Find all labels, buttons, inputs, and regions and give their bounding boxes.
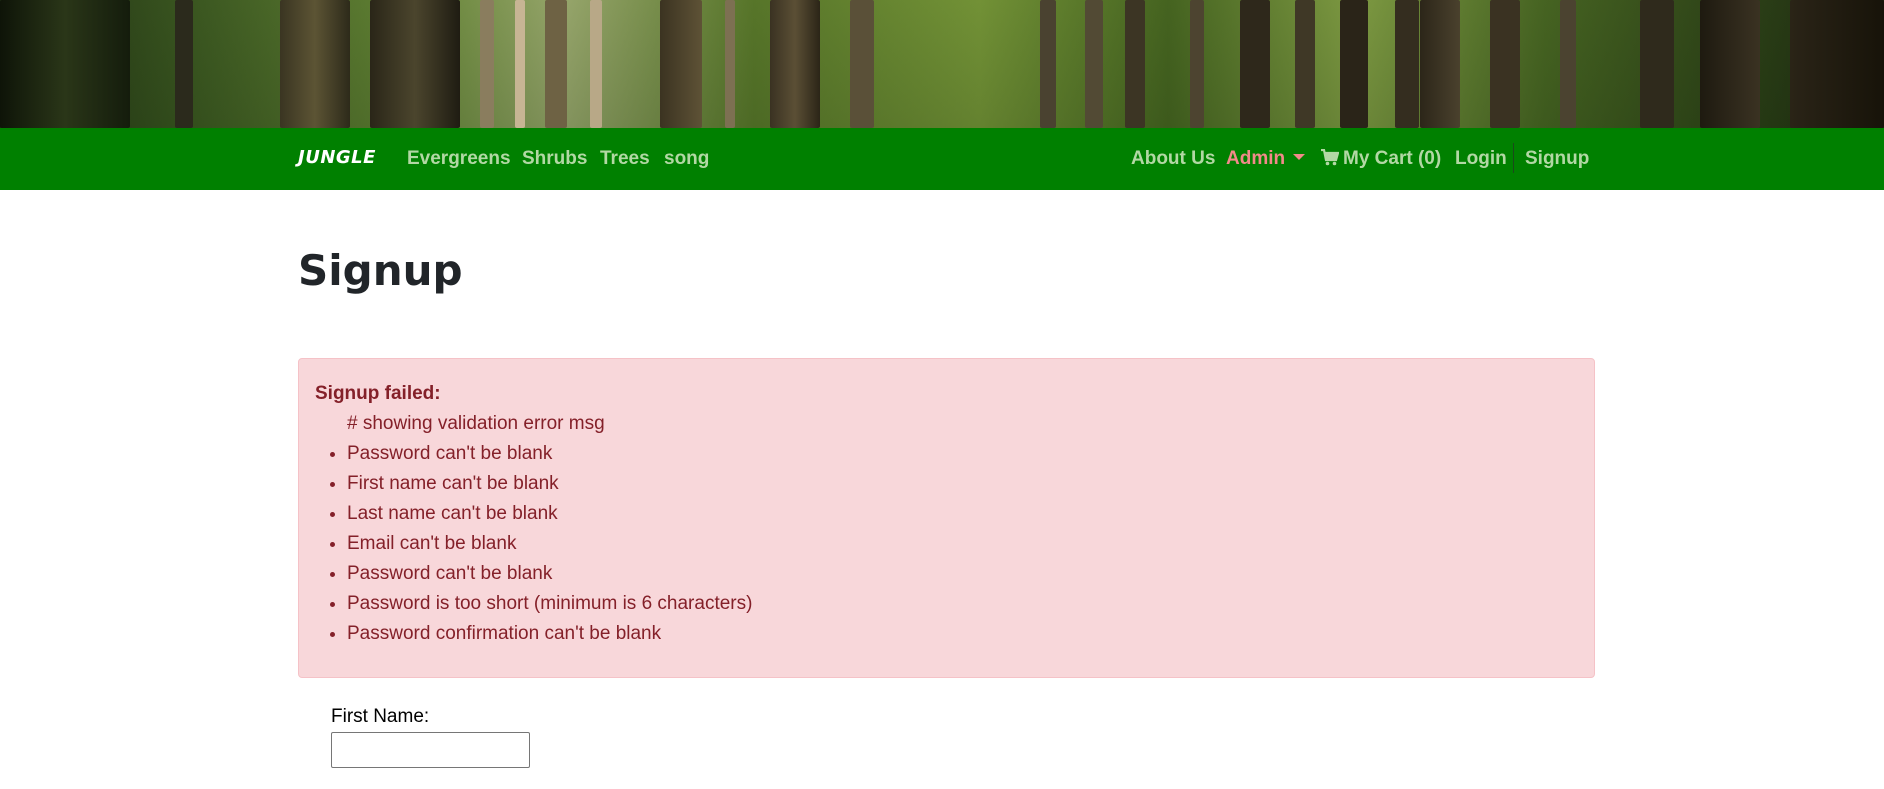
tree-trunk bbox=[175, 0, 193, 128]
cart-label: My Cart (0) bbox=[1343, 148, 1442, 169]
tree-trunk bbox=[1395, 0, 1419, 128]
nav-link-evergreens[interactable]: Evergreens bbox=[407, 148, 511, 170]
tree-trunk bbox=[1700, 0, 1760, 128]
nav-link-cart[interactable]: My Cart (0) bbox=[1321, 148, 1441, 170]
alert-comment: # showing validation error msg bbox=[347, 413, 605, 434]
tree-trunk bbox=[1790, 0, 1884, 128]
admin-dropdown-toggle[interactable]: Admin bbox=[1226, 148, 1306, 170]
first-name-field[interactable] bbox=[331, 732, 530, 768]
admin-label: Admin bbox=[1226, 148, 1286, 169]
tree-trunk bbox=[1340, 0, 1368, 128]
error-item: First name can't be blank bbox=[347, 469, 1578, 499]
top-navbar: JUNGLE Evergreens Shrubs Trees song Abou… bbox=[0, 128, 1884, 190]
error-list: Password can't be blank First name can't… bbox=[315, 439, 1578, 649]
tree-trunk bbox=[725, 0, 735, 128]
first-name-label: First Name: bbox=[331, 706, 430, 727]
tree-trunk bbox=[0, 0, 130, 128]
tree-trunk bbox=[1125, 0, 1145, 128]
nav-link-trees[interactable]: Trees bbox=[600, 148, 650, 170]
error-item: Email can't be blank bbox=[347, 529, 1578, 559]
signup-error-alert: Signup failed: # showing validation erro… bbox=[298, 358, 1595, 678]
tree-trunk bbox=[1640, 0, 1674, 128]
tree-trunk bbox=[1085, 0, 1103, 128]
chevron-down-icon bbox=[1293, 154, 1306, 161]
tree-trunk bbox=[850, 0, 874, 128]
tree-trunk bbox=[1560, 0, 1576, 128]
tree-trunk bbox=[590, 0, 602, 128]
tree-trunk bbox=[1490, 0, 1520, 128]
nav-link-song[interactable]: song bbox=[664, 148, 709, 170]
tree-trunk bbox=[770, 0, 820, 128]
tree-trunk bbox=[1295, 0, 1315, 128]
nav-divider bbox=[1513, 143, 1514, 173]
shopping-cart-icon bbox=[1321, 149, 1339, 166]
nav-link-login[interactable]: Login bbox=[1455, 148, 1507, 170]
error-item: Last name can't be blank bbox=[347, 499, 1578, 529]
tree-trunk bbox=[280, 0, 350, 128]
error-item: Password confirmation can't be blank bbox=[347, 619, 1578, 649]
error-item: Password can't be blank bbox=[347, 439, 1578, 469]
tree-trunk bbox=[545, 0, 567, 128]
brand-logo-link[interactable]: JUNGLE bbox=[298, 147, 376, 168]
nav-link-shrubs[interactable]: Shrubs bbox=[522, 148, 587, 170]
tree-trunk bbox=[1190, 0, 1204, 128]
tree-trunk bbox=[1240, 0, 1270, 128]
navbar-container: JUNGLE Evergreens Shrubs Trees song Abou… bbox=[298, 128, 1589, 190]
error-item: Password can't be blank bbox=[347, 559, 1578, 589]
forest-header-banner bbox=[0, 0, 1884, 128]
tree-trunk bbox=[1040, 0, 1056, 128]
error-item: Password is too short (minimum is 6 char… bbox=[347, 589, 1578, 619]
alert-heading: Signup failed: bbox=[315, 383, 441, 404]
tree-trunk bbox=[1420, 0, 1460, 128]
page-title: Signup bbox=[298, 246, 463, 295]
nav-link-about-us[interactable]: About Us bbox=[1131, 148, 1215, 170]
tree-trunk bbox=[370, 0, 460, 128]
tree-trunk bbox=[480, 0, 494, 128]
tree-trunk bbox=[660, 0, 702, 128]
nav-link-signup[interactable]: Signup bbox=[1525, 148, 1589, 170]
tree-trunk bbox=[515, 0, 525, 128]
